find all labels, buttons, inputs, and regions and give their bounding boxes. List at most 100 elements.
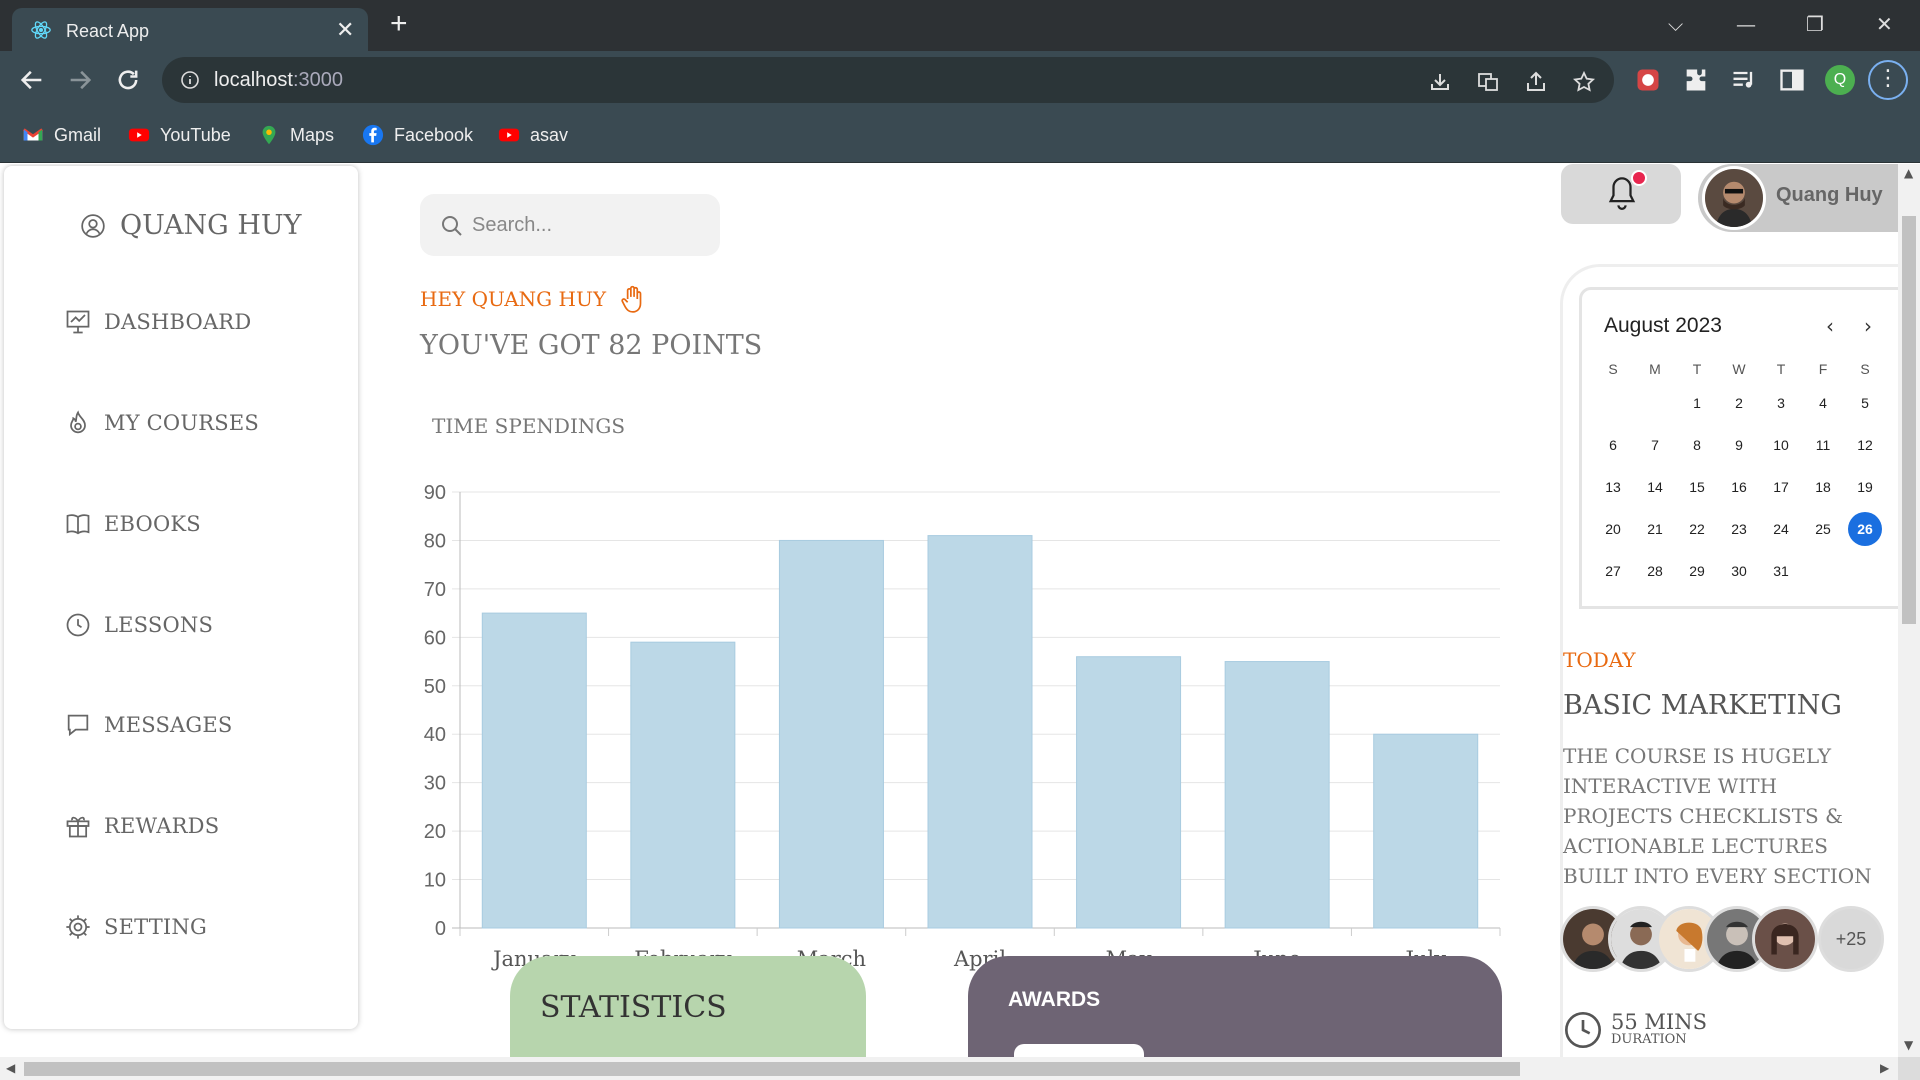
tab-search-icon[interactable]: ⌵ <box>1668 12 1683 36</box>
vertical-scrollbar[interactable]: ▲ ▼ <box>1898 164 1920 1057</box>
site-info-icon[interactable] <box>180 70 200 90</box>
minimize-button[interactable]: — <box>1736 12 1756 36</box>
calendar-day[interactable]: 5 <box>1844 395 1886 411</box>
extension-icon[interactable] <box>1634 66 1662 94</box>
calendar-day[interactable]: 4 <box>1802 395 1844 411</box>
notification-dot <box>1631 170 1647 186</box>
profile-avatar-button[interactable]: Q <box>1825 65 1855 95</box>
side-panel-icon[interactable] <box>1778 66 1806 94</box>
awards-card[interactable]: AWARDS <box>968 956 1502 1057</box>
calendar-day[interactable]: 22 <box>1676 521 1718 537</box>
scroll-right-arrow[interactable]: ▶ <box>1880 1061 1889 1075</box>
calendar-day[interactable]: 12 <box>1844 437 1886 453</box>
bookmark-asav[interactable]: asav <box>498 121 568 149</box>
duration: 55 MINS DURATION <box>1563 1010 1707 1050</box>
calendar-day[interactable]: 27 <box>1592 563 1634 579</box>
awards-title: AWARDS <box>1008 988 1101 1011</box>
chevron-left-icon[interactable]: ‹ <box>1826 314 1834 338</box>
gmail-icon <box>23 128 43 141</box>
notification-button[interactable] <box>1561 164 1681 224</box>
calendar-day[interactable]: 10 <box>1760 437 1802 453</box>
bookmark-maps[interactable]: Maps <box>258 121 334 149</box>
calendar-day[interactable]: 15 <box>1676 479 1718 495</box>
statistics-card[interactable]: STATISTICS <box>510 956 866 1057</box>
brand: QUANG HUY <box>80 210 301 241</box>
translate-icon[interactable] <box>1476 70 1500 94</box>
vertical-scroll-thumb[interactable] <box>1902 216 1916 624</box>
share-icon[interactable] <box>1524 70 1548 94</box>
calendar-day[interactable]: 2 <box>1718 395 1760 411</box>
media-control-icon[interactable] <box>1730 66 1758 94</box>
search-input[interactable] <box>472 210 692 240</box>
calendar-week-row: 27 28 29 30 31 <box>1592 550 1892 592</box>
calendar-day[interactable]: 25 <box>1802 521 1844 537</box>
calendar-day[interactable]: 13 <box>1592 479 1634 495</box>
calendar-day[interactable]: 23 <box>1718 521 1760 537</box>
calendar-day[interactable]: 28 <box>1634 563 1676 579</box>
calendar-weeks: 1 2 3 4 5 6 7 8 9 10 11 12 13 14 15 16 17 18 19 20 21 22 23 24 2… <box>1592 382 1892 592</box>
scrollbar-corner <box>1898 1057 1920 1080</box>
calendar-day[interactable]: 3 <box>1760 395 1802 411</box>
calendar-day[interactable]: 16 <box>1718 479 1760 495</box>
address-bar[interactable]: localhost:3000 <box>162 57 1614 103</box>
horizontal-scrollbar[interactable]: ◀ ▶ <box>0 1057 1898 1080</box>
calendar-day[interactable]: 9 <box>1718 437 1760 453</box>
chevron-right-icon[interactable]: › <box>1864 314 1872 338</box>
extensions-puzzle-icon[interactable] <box>1682 66 1710 94</box>
weekday-label: S <box>1860 361 1870 377</box>
sidebar-item-ebooks[interactable]: EBOOKS <box>64 510 201 538</box>
sidebar-item-setting[interactable]: SETTING <box>64 913 207 941</box>
calendar-day[interactable]: 7 <box>1634 437 1676 453</box>
forward-icon[interactable] <box>66 66 94 94</box>
bookmark-star-icon[interactable] <box>1572 70 1596 94</box>
scroll-down-arrow[interactable]: ▼ <box>1904 1038 1913 1052</box>
calendar-day[interactable]: 8 <box>1676 437 1718 453</box>
browser-tab[interactable]: React App ✕ <box>12 8 368 51</box>
tab-close-icon[interactable]: ✕ <box>336 17 354 43</box>
calendar-day[interactable]: 6 <box>1592 437 1634 453</box>
sidebar-item-messages[interactable]: MESSAGES <box>64 711 233 739</box>
user-profile-button[interactable]: Quang Huy <box>1698 164 1898 232</box>
scroll-left-arrow[interactable]: ◀ <box>6 1061 15 1075</box>
sidebar-item-lessons[interactable]: LESSONS <box>64 611 213 639</box>
calendar-day[interactable]: 31 <box>1760 563 1802 579</box>
calendar: August 2023 ‹ › S M T W T F S 1234567891… <box>1579 287 1898 609</box>
bookmark-gmail[interactable]: Gmail <box>22 121 101 149</box>
calendar-day[interactable]: 24 <box>1760 521 1802 537</box>
close-window-button[interactable]: ✕ <box>1876 12 1893 36</box>
calendar-day[interactable]: 17 <box>1760 479 1802 495</box>
scroll-up-arrow[interactable]: ▲ <box>1904 166 1913 180</box>
bar <box>1076 656 1182 929</box>
calendar-day[interactable]: 29 <box>1676 563 1718 579</box>
calendar-day[interactable]: 30 <box>1718 563 1760 579</box>
calendar-day[interactable]: 21 <box>1634 521 1676 537</box>
calendar-day[interactable]: 11 <box>1802 437 1844 453</box>
award-badge <box>1014 1044 1144 1057</box>
horizontal-scroll-thumb[interactable] <box>24 1062 1520 1076</box>
calendar-month: August 2023 <box>1604 314 1722 337</box>
sidebar-item-rewards[interactable]: REWARDS <box>64 812 219 840</box>
calendar-week-row: 6 7 8 9 10 11 12 <box>1592 424 1892 466</box>
calendar-day[interactable]: 18 <box>1802 479 1844 495</box>
calendar-day[interactable]: 20 <box>1592 521 1634 537</box>
duration-text: 55 MINS DURATION <box>1603 1010 1707 1047</box>
sidebar-item-my-courses[interactable]: MY COURSES <box>64 409 259 437</box>
calendar-day[interactable]: 19 <box>1844 479 1886 495</box>
new-tab-button[interactable]: + <box>390 9 408 39</box>
calendar-day[interactable]: 26 <box>1848 512 1882 546</box>
calendar-week-row: 20 21 22 23 24 25 26 <box>1592 508 1892 550</box>
browser-menu-icon[interactable]: ⋮ <box>1868 60 1908 100</box>
y-tick-label: 10 <box>424 870 446 892</box>
restore-button[interactable]: ❐ <box>1806 12 1824 36</box>
reload-icon[interactable] <box>114 66 142 94</box>
install-app-icon[interactable] <box>1428 70 1452 94</box>
calendar-day[interactable]: 1 <box>1676 395 1718 411</box>
sidebar-item-dashboard[interactable]: DASHBOARD <box>64 308 251 336</box>
calendar-day[interactable]: 14 <box>1634 479 1676 495</box>
bookmark-youtube[interactable]: YouTube <box>128 121 231 149</box>
back-icon[interactable] <box>18 66 46 94</box>
brand-name: QUANG HUY <box>120 210 302 241</box>
url-host: localhost <box>214 69 293 91</box>
bookmark-facebook[interactable]: Facebook <box>362 121 473 149</box>
more-participants-badge[interactable]: +25 <box>1818 906 1884 972</box>
